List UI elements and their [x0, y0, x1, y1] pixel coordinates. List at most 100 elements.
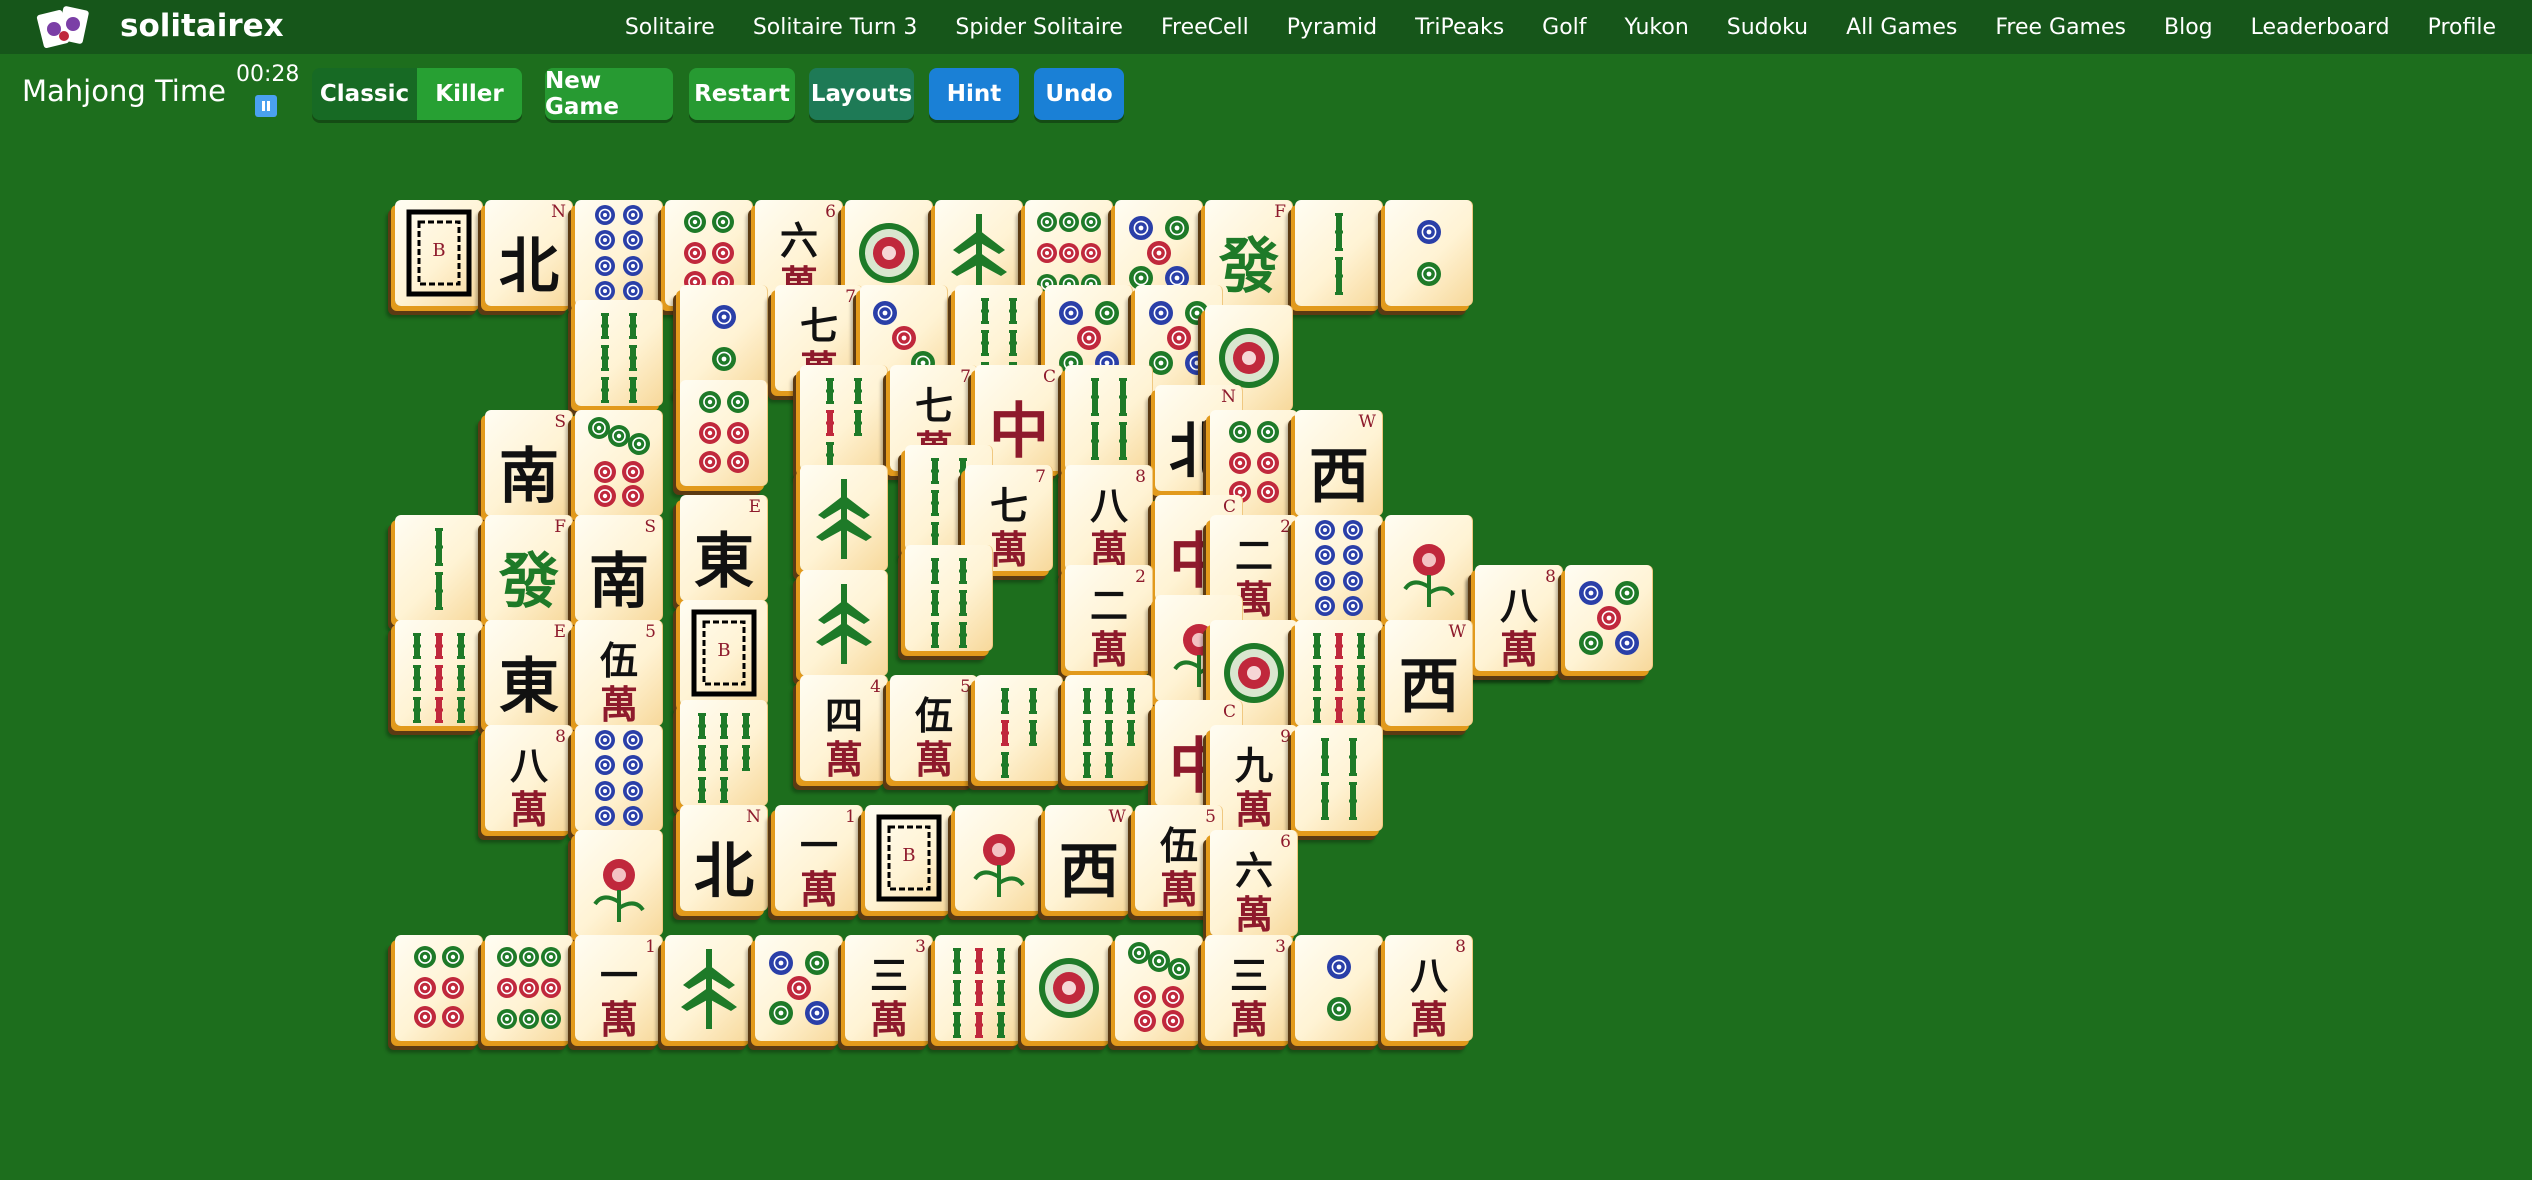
- mahjong-tile-bamboo-5[interactable]: [975, 675, 1063, 781]
- tile-index-label: 8: [555, 727, 566, 747]
- mahjong-tile-character[interactable]: 萬二2: [1065, 565, 1153, 672]
- tile-index-label: S: [554, 412, 566, 432]
- mahjong-tile-character[interactable]: 萬九9: [1210, 725, 1298, 832]
- mahjong-tile-white-dragon[interactable]: B: [865, 805, 953, 911]
- mahjong-tile-wind[interactable]: 東E: [680, 495, 768, 601]
- tile-index-label: 2: [1280, 517, 1291, 537]
- mahjong-tile-dots-7[interactable]: [575, 410, 663, 516]
- tile-center-label: B: [432, 240, 446, 261]
- mahjong-tile-dots-8[interactable]: [575, 200, 663, 306]
- tile-index-label: S: [644, 517, 656, 537]
- mahjong-tile-flower[interactable]: [1385, 515, 1473, 621]
- mahjong-tile-dots-6[interactable]: [395, 935, 483, 1041]
- mahjong-tile-wind[interactable]: 西W: [1385, 620, 1473, 726]
- tile-index-label: 1: [645, 937, 656, 957]
- tile-index-label: F: [554, 517, 566, 537]
- tile-glyph: 南: [589, 547, 649, 617]
- mahjong-tile-dots-2[interactable]: [1295, 935, 1383, 1041]
- tile-index-label: 4: [870, 677, 881, 697]
- tile-glyph: 東: [499, 652, 559, 722]
- mahjong-tile-dots-5[interactable]: [755, 935, 843, 1041]
- mahjong-tile-wind[interactable]: 北N: [680, 805, 768, 911]
- mahjong-tile-character[interactable]: 萬一1: [575, 935, 663, 1042]
- mahjong-tile-bamboo-1[interactable]: [800, 465, 888, 571]
- mahjong-tile-dots-8[interactable]: [1295, 515, 1383, 621]
- tile-index-label: 9: [1280, 727, 1291, 747]
- tile-index-label: 5: [960, 677, 971, 697]
- tile-index-label: 5: [1205, 807, 1216, 827]
- mahjong-tile-wind[interactable]: 東E: [485, 620, 573, 726]
- mahjong-tile-character[interactable]: 萬伍5: [890, 675, 978, 782]
- mahjong-tile-character[interactable]: 萬三3: [845, 935, 933, 1042]
- mahjong-tile-bamboo-1[interactable]: [665, 935, 753, 1041]
- mahjong-tile-character[interactable]: 萬一1: [775, 805, 863, 912]
- mahjong-tile-wind[interactable]: 西W: [1045, 805, 1133, 911]
- mahjong-tile-white-dragon[interactable]: B: [680, 600, 768, 706]
- tile-glyph: 西: [1399, 652, 1459, 722]
- mahjong-tile-bamboo-6[interactable]: [905, 545, 993, 651]
- mahjong-tile-character[interactable]: 萬伍5: [575, 620, 663, 727]
- mahjong-tile-dots-5[interactable]: [1565, 565, 1653, 671]
- mahjong-tile-white-dragon[interactable]: B: [395, 200, 483, 306]
- tile-index-label: 3: [1275, 937, 1286, 957]
- tile-index-label: 8: [1455, 937, 1466, 957]
- mahjong-tile-bamboo-5[interactable]: [800, 365, 888, 471]
- mahjong-tile-bamboo-9[interactable]: [395, 620, 483, 726]
- mahjong-tile-character[interactable]: 萬八8: [1065, 465, 1153, 572]
- mahjong-tile-bamboo-8[interactable]: [1065, 675, 1153, 781]
- mahjong-tile-character[interactable]: 萬八8: [485, 725, 573, 832]
- tile-index-label: C: [1222, 702, 1236, 722]
- tile-index-label: F: [1274, 202, 1286, 222]
- mahjong-tile-dots-2[interactable]: [680, 285, 768, 391]
- mahjong-tile-character[interactable]: 萬六6: [1210, 830, 1298, 937]
- tile-index-label: C: [1222, 497, 1236, 517]
- tile-center-label: B: [902, 845, 916, 866]
- tile-glyph: 東: [694, 527, 754, 597]
- mahjong-tile-dots-2[interactable]: [1385, 200, 1473, 306]
- mahjong-tile-dots-7[interactable]: [1115, 935, 1203, 1041]
- tile-index-label: 7: [1035, 467, 1046, 487]
- mahjong-tile-character[interactable]: 萬四4: [800, 675, 888, 782]
- tile-glyph: 南: [499, 442, 559, 512]
- mahjong-tile-bamboo-1[interactable]: [800, 570, 888, 676]
- mahjong-tile-character[interactable]: 萬八8: [1475, 565, 1563, 672]
- tile-center-label: B: [717, 640, 731, 661]
- tile-glyph: 北: [499, 232, 559, 302]
- tile-index-label: E: [553, 622, 566, 642]
- tile-index-label: W: [1358, 412, 1376, 432]
- mahjong-tile-bamboo-4[interactable]: [1295, 725, 1383, 831]
- tile-index-label: 7: [845, 287, 856, 307]
- mahjong-tile-bamboo-9[interactable]: [935, 935, 1023, 1041]
- tile-glyph: 西: [1059, 837, 1119, 907]
- mahjong-tile-dots-8[interactable]: [575, 725, 663, 831]
- mahjong-tile-wind[interactable]: 北N: [485, 200, 573, 306]
- tile-index-label: 7: [960, 367, 971, 387]
- tile-index-label: 2: [1135, 567, 1146, 587]
- mahjong-tile-bamboo-8[interactable]: [680, 700, 768, 806]
- mahjong-tile-dots-9[interactable]: [485, 935, 573, 1041]
- tile-index-label: W: [1448, 622, 1466, 642]
- mahjong-tile-bamboo-6[interactable]: [575, 300, 663, 406]
- mahjong-tile-wind[interactable]: 南S: [575, 515, 663, 621]
- mahjong-tile-character[interactable]: 萬八8: [1385, 935, 1473, 1042]
- mahjong-tile-wind[interactable]: 西W: [1295, 410, 1383, 516]
- mahjong-tile-wind[interactable]: 南S: [485, 410, 573, 516]
- mahjong-tile-character[interactable]: 萬三3: [1205, 935, 1293, 1042]
- mahjong-tile-dots-1[interactable]: [1025, 935, 1113, 1041]
- tile-index-label: N: [746, 807, 761, 827]
- mahjong-tile-bamboo-2[interactable]: [1295, 200, 1383, 306]
- mahjong-tile-bamboo-2[interactable]: [395, 515, 483, 621]
- tile-index-label: N: [551, 202, 566, 222]
- tile-index-label: 5: [645, 622, 656, 642]
- mahjong-tile-dots-6[interactable]: [680, 380, 768, 486]
- tile-glyph: 發: [499, 547, 559, 617]
- mahjong-tile-bamboo-4[interactable]: [1065, 365, 1153, 471]
- mahjong-tile-green-dragon[interactable]: 發F: [485, 515, 573, 621]
- tile-glyph: 北: [694, 837, 754, 907]
- mahjong-tile-bamboo-9[interactable]: [1295, 620, 1383, 726]
- mahjong-tile-flower[interactable]: [575, 830, 663, 936]
- mahjong-tile-flower[interactable]: [955, 805, 1043, 911]
- tile-index-label: W: [1108, 807, 1126, 827]
- tile-index-label: 1: [845, 807, 856, 827]
- tile-index-label: C: [1042, 367, 1056, 387]
